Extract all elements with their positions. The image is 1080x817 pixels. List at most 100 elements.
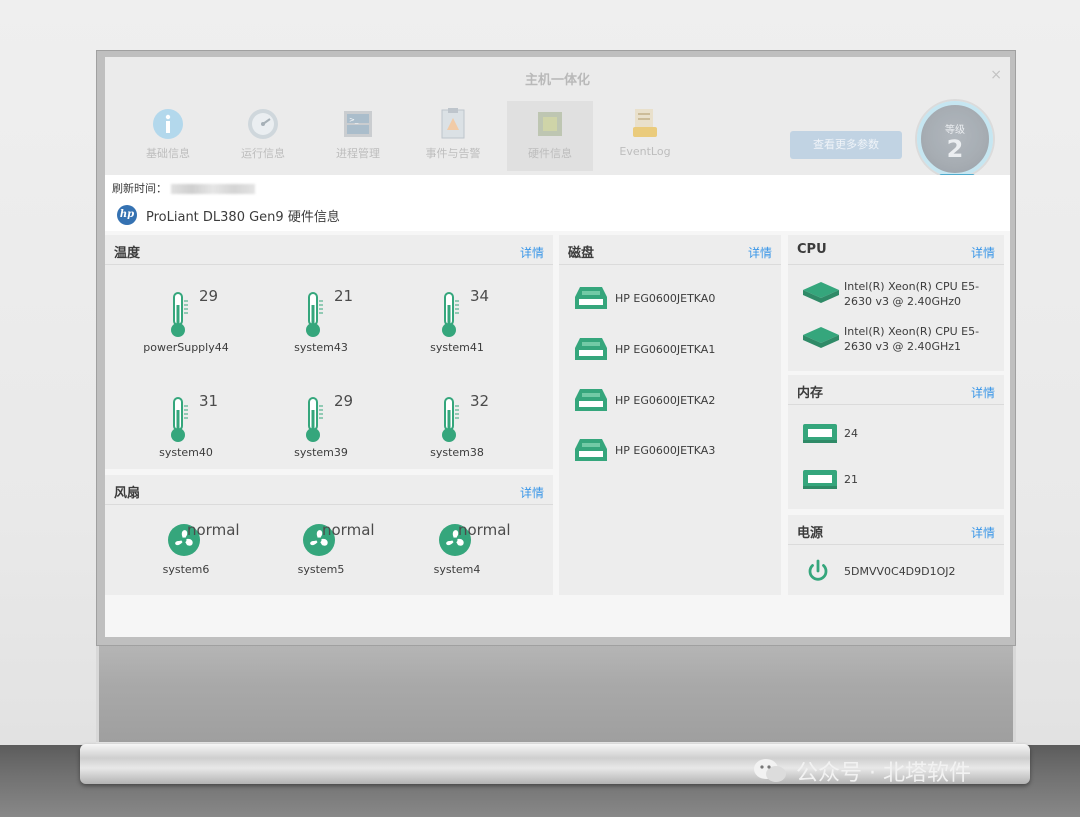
sensor-name: powerSupply44 [143,341,229,354]
tab-basic-info[interactable]: 基础信息 [125,101,211,171]
level-value: 2 [946,135,964,163]
tab-events-alarms[interactable]: 事件与告警 [410,101,496,171]
hp-logo-icon: hp [117,205,137,225]
panel-title: 磁盘 [568,246,595,261]
panel-header: 磁盘 详情 [559,235,781,265]
sensor-name: system43 [294,341,348,354]
disk-drive-icon [575,287,607,309]
more-params-button[interactable]: 查看更多参数 [790,131,902,159]
thermometer-icon [171,292,188,337]
server-model: hp ProLiant DL380 Gen9 硬件信息 [117,205,340,225]
tab-eventlog[interactable]: EventLog [602,101,688,171]
temperature-sensor: 29 powerSupply44 [131,285,241,375]
panel-header: 风扇 详情 [105,475,553,505]
tab-hardware-info[interactable]: 硬件信息 [507,101,593,171]
power-panel: 电源 详情 5DMVV0C4D9D1OJ2 [788,515,1004,595]
disk-drive-icon [575,338,607,360]
memory-item: 21 [802,468,858,490]
temperature-value: 29 [334,392,354,410]
power-item: 5DMVV0C4D9D1OJ2 [806,559,956,583]
panel-title: 温度 [114,246,141,261]
cpu-detail-link[interactable]: 详情 [971,244,995,261]
thermometer-icon [442,292,459,337]
cpu-panel: CPU 详情 Intel(R) Xeon(R) CPU E5-2630 v3 @… [788,235,1004,371]
app-window: 主机一体化 × 基础信息 运行信息 >_ 进程管理 事件与告警 硬件信息 Eve… [105,57,1010,637]
disk-drive-icon [575,389,607,411]
panel-title: 内存 [797,386,824,401]
disk-item: HP EG0600JETKA2 [574,385,715,415]
memory-module-icon [803,424,837,443]
eventlog-icon [633,109,657,137]
panel-header: 电源 详情 [788,515,1004,545]
fans-detail-link[interactable]: 详情 [520,484,544,501]
disk-item: HP EG0600JETKA0 [574,283,715,313]
disk-drive-icon [575,439,607,461]
svg-text:>_: >_ [349,116,359,124]
tab-label: 事件与告警 [425,147,481,160]
thermometer-icon [306,397,323,442]
thermometer-icon [171,397,188,442]
fan-status: normal [322,521,375,539]
disks-panel: 磁盘 详情 HP EG0600JETKA0 HP EG0600JETKA1 HP… [559,235,781,595]
temperature-sensor: 32 system38 [402,390,512,480]
panel-title: 电源 [797,526,824,541]
cpu-chip-icon [803,282,839,303]
temperature-value: 21 [334,287,354,305]
sensor-name: system38 [430,446,484,459]
wechat-icon [754,759,786,782]
memory-value: 21 [844,472,858,486]
gauge-icon [248,109,278,139]
terminal-icon: >_ [344,111,372,137]
thermometer-icon [306,292,323,337]
fans-panel: 风扇 详情 normal system6 normal system5 norm… [105,475,553,595]
tab-label: 基础信息 [146,147,190,160]
cpu-item: Intel(R) Xeon(R) CPU E5-2630 v3 @ 2.40GH… [802,279,994,309]
cpu-item: Intel(R) Xeon(R) CPU E5-2630 v3 @ 2.40GH… [802,324,994,354]
power-icon [808,559,828,581]
panel-header: 温度 详情 [105,235,553,265]
fan-status: normal [187,521,240,539]
temperature-sensor: 21 system43 [266,285,376,375]
fan-name: system6 [162,563,210,576]
temperature-sensor: 31 system40 [131,390,241,480]
fan-item: normal system5 [266,521,376,581]
watermark: 公众号 · 北塔软件 [752,755,971,787]
info-icon [153,109,183,139]
sensor-name: system40 [159,446,213,459]
refresh-label: 刷新时间： [112,182,167,195]
disks-detail-link[interactable]: 详情 [748,244,772,261]
temperature-value: 29 [199,287,219,305]
power-serial: 5DMVV0C4D9D1OJ2 [844,564,956,578]
panel-title: 风扇 [114,486,141,501]
memory-value: 24 [844,426,858,440]
level-badge: 等级 2 [917,101,993,179]
memory-module-icon [803,470,837,489]
tab-label: EventLog [619,145,671,158]
disk-name: HP EG0600JETKA0 [615,291,716,305]
window-title: 主机一体化 [524,73,590,88]
disk-name: HP EG0600JETKA1 [615,342,716,356]
memory-item: 24 [802,422,858,444]
panel-header: 内存 详情 [788,375,1004,405]
tab-process-management[interactable]: >_ 进程管理 [315,101,401,171]
refresh-time: 刷新时间： [112,180,255,196]
temperature-value: 34 [470,287,490,305]
temperature-value: 32 [470,392,490,410]
fan-item: normal system4 [402,521,512,581]
level-label: 等级 [945,125,965,136]
thermometer-icon [442,397,459,442]
temperature-sensor: 29 system39 [266,390,376,480]
sensor-name: system41 [430,341,484,354]
host-info-strip: 刷新时间： hp ProLiant DL380 Gen9 硬件信息 [105,175,1010,231]
memory-detail-link[interactable]: 详情 [971,384,995,401]
server-model-text: ProLiant DL380 Gen9 硬件信息 [146,209,340,225]
temperature-detail-link[interactable]: 详情 [520,244,544,261]
power-detail-link[interactable]: 详情 [971,524,995,541]
temperature-value: 31 [199,392,219,410]
tab-runtime-info[interactable]: 运行信息 [220,101,306,171]
tab-label: 运行信息 [241,147,285,160]
close-icon[interactable]: × [990,67,1002,83]
panel-header: CPU 详情 [788,235,1004,265]
cpu-name: Intel(R) Xeon(R) CPU E5-2630 v3 @ 2.40GH… [844,280,980,308]
temperature-sensor: 34 system41 [402,285,512,375]
